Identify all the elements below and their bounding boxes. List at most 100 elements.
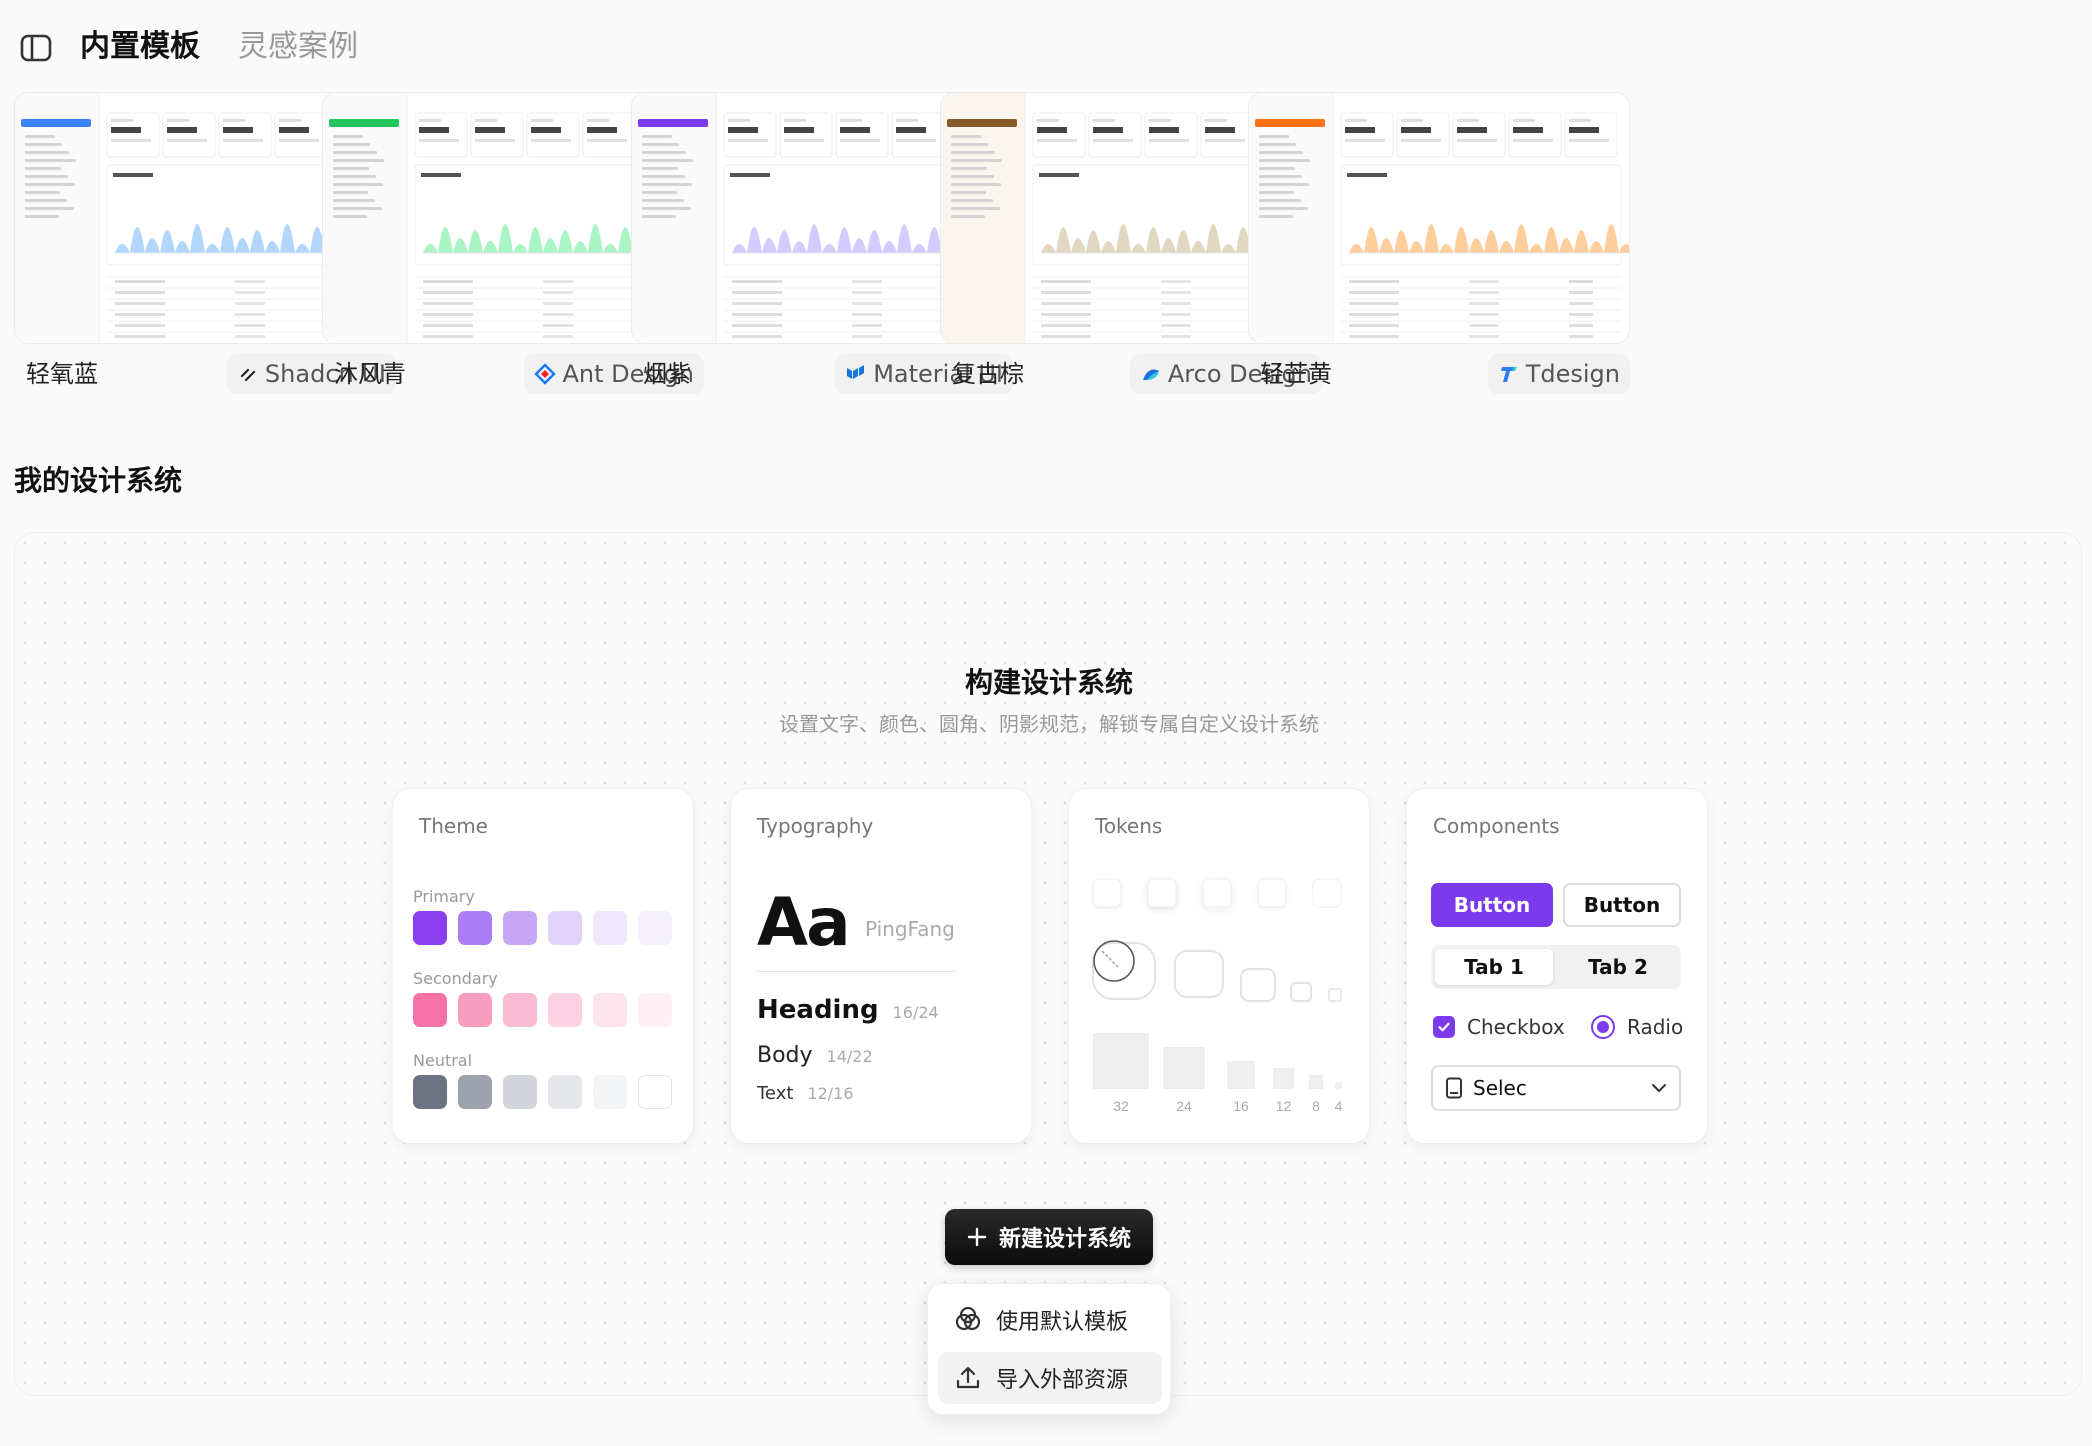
sample-tabs: Tab 1 Tab 2 xyxy=(1431,945,1681,989)
sample-tab-2[interactable]: Tab 2 xyxy=(1559,949,1677,985)
tokens-card[interactable]: Tokens 32 24 16 12 8 4 xyxy=(1068,788,1370,1144)
new-design-system-label: 新建设计系统 xyxy=(998,1227,1131,1252)
upload-icon xyxy=(956,1366,980,1389)
components-card[interactable]: Components Button Button Tab 1 Tab 2 Che… xyxy=(1406,788,1708,1144)
material-ui-icon xyxy=(847,365,865,379)
heading-style-label: Heading xyxy=(757,995,879,1025)
spacing-token-label: 24 xyxy=(1176,1098,1192,1114)
spacing-token-label: 4 xyxy=(1335,1098,1343,1114)
neutral-swatch xyxy=(593,1075,627,1109)
primary-swatch xyxy=(593,911,627,945)
template-name: 沐风青 xyxy=(334,360,406,388)
tokens-preview: 32 24 16 12 8 4 xyxy=(1092,878,1343,1114)
sample-select[interactable]: Selec xyxy=(1431,1065,1681,1111)
secondary-swatch xyxy=(638,993,672,1027)
sample-outline-button[interactable]: Button xyxy=(1563,883,1681,927)
neutral-swatch xyxy=(638,1075,672,1109)
sample-radio[interactable]: Radio xyxy=(1591,1015,1683,1039)
ant-design-icon xyxy=(534,363,557,385)
menu-item-import-external-resources-label: 导入外部资源 xyxy=(996,1368,1129,1393)
template-icon xyxy=(955,1306,981,1331)
spacing-token-block xyxy=(1335,1082,1342,1089)
shadow-tokens xyxy=(1092,878,1342,908)
dashboard-preview xyxy=(1249,93,1629,343)
spacing-token-label: 8 xyxy=(1312,1098,1320,1114)
radio-selected-icon xyxy=(1591,1015,1615,1039)
spacing-token-block xyxy=(1273,1068,1294,1089)
spacing-tokens: 32 24 16 12 8 4 xyxy=(1093,1033,1343,1114)
spacing-token-label: 12 xyxy=(1276,1098,1292,1114)
template-name: 复古棕 xyxy=(952,360,1024,388)
checkbox-checked-icon xyxy=(1433,1016,1455,1038)
tab-builtin-templates[interactable]: 内置模板 xyxy=(80,24,200,70)
secondary-swatches xyxy=(413,993,672,1027)
heading-style: Heading 16/24 xyxy=(757,995,939,1025)
font-sample: Aa xyxy=(757,884,851,961)
template-name: 轻芒黄 xyxy=(1260,360,1332,388)
menu-item-use-default-template-label: 使用默认模板 xyxy=(996,1310,1129,1335)
components-card-title: Components xyxy=(1433,814,1560,838)
spacing-token-block xyxy=(1309,1075,1323,1089)
typography-card-title: Typography xyxy=(757,814,874,838)
body-style-size: 14/22 xyxy=(826,1047,873,1066)
radio-label: Radio xyxy=(1627,1015,1684,1039)
secondary-swatch xyxy=(593,993,627,1027)
tab-inspiration-cases[interactable]: 灵感案例 xyxy=(238,24,358,70)
neutral-swatch xyxy=(458,1075,492,1109)
primary-swatch xyxy=(458,911,492,945)
primary-swatch xyxy=(638,911,672,945)
spacing-token-block xyxy=(1163,1047,1205,1089)
secondary-swatch xyxy=(413,993,447,1027)
device-icon xyxy=(1446,1077,1462,1099)
body-style: Body 14/22 xyxy=(757,1043,873,1068)
neutral-label: Neutral xyxy=(413,1051,473,1070)
template-thumbnail[interactable] xyxy=(1248,92,1630,344)
heading-style-size: 16/24 xyxy=(892,1003,939,1022)
spacing-token-block xyxy=(1227,1061,1255,1089)
select-value: Selec xyxy=(1473,1076,1527,1100)
menu-item-use-default-template[interactable]: 使用默认模板 xyxy=(938,1294,1162,1346)
neutral-swatch xyxy=(503,1075,537,1109)
spacing-token-label: 16 xyxy=(1233,1098,1249,1114)
secondary-swatch xyxy=(548,993,582,1027)
neutral-swatch xyxy=(413,1075,447,1109)
primary-swatch xyxy=(413,911,447,945)
top-bar: 内置模板 灵感案例 xyxy=(0,0,2092,92)
typography-card[interactable]: Typography Aa PingFang Heading 16/24 Bod… xyxy=(730,788,1032,1144)
shadcn-icon xyxy=(240,368,256,382)
template-name: 轻氧蓝 xyxy=(26,360,98,388)
primary-swatch xyxy=(548,911,582,945)
template-name: 烟紫 xyxy=(643,360,691,388)
new-design-system-button[interactable]: 新建设计系统 xyxy=(945,1209,1153,1265)
secondary-swatch xyxy=(503,993,537,1027)
sample-primary-button[interactable]: Button xyxy=(1431,883,1553,927)
checkbox-label: Checkbox xyxy=(1467,1015,1565,1039)
sample-tab-1[interactable]: Tab 1 xyxy=(1435,949,1553,985)
theme-card[interactable]: Theme Primary Secondary Neutral xyxy=(392,788,694,1144)
theme-card-title: Theme xyxy=(419,814,488,838)
chevron-down-icon xyxy=(1652,1084,1666,1092)
body-style-label: Body xyxy=(757,1043,813,1068)
neutral-swatches xyxy=(413,1075,672,1109)
text-style-label: Text xyxy=(757,1083,794,1104)
text-style: Text 12/16 xyxy=(757,1083,854,1104)
typography-divider xyxy=(757,971,955,972)
arco-design-icon xyxy=(1142,369,1159,380)
sample-checkbox[interactable]: Checkbox xyxy=(1433,1015,1565,1039)
plus-icon xyxy=(967,1227,987,1247)
new-design-system-menu: 使用默认模板 导入外部资源 xyxy=(927,1283,1171,1415)
primary-swatch xyxy=(503,911,537,945)
menu-item-import-external-resources[interactable]: 导入外部资源 xyxy=(938,1352,1162,1404)
section-title-my-design-systems: 我的设计系统 xyxy=(14,464,183,497)
secondary-label: Secondary xyxy=(413,969,498,988)
primary-label: Primary xyxy=(413,887,475,906)
spacing-token-block xyxy=(1093,1033,1149,1089)
text-style-size: 12/16 xyxy=(807,1084,854,1103)
template-gallery: 轻氧蓝 Shadcn UI 沐风青 Ant Design 烟紫 Material UI 复古… xyxy=(14,92,2078,394)
primary-swatches xyxy=(413,911,672,945)
template-card[interactable]: 轻芒黄 Tdesign xyxy=(1248,92,1630,394)
tdesign-icon xyxy=(1500,367,1517,382)
hero-title: 构建设计系统 xyxy=(964,666,1133,699)
sidebar-toggle-icon[interactable] xyxy=(20,34,52,62)
neutral-swatch xyxy=(548,1075,582,1109)
